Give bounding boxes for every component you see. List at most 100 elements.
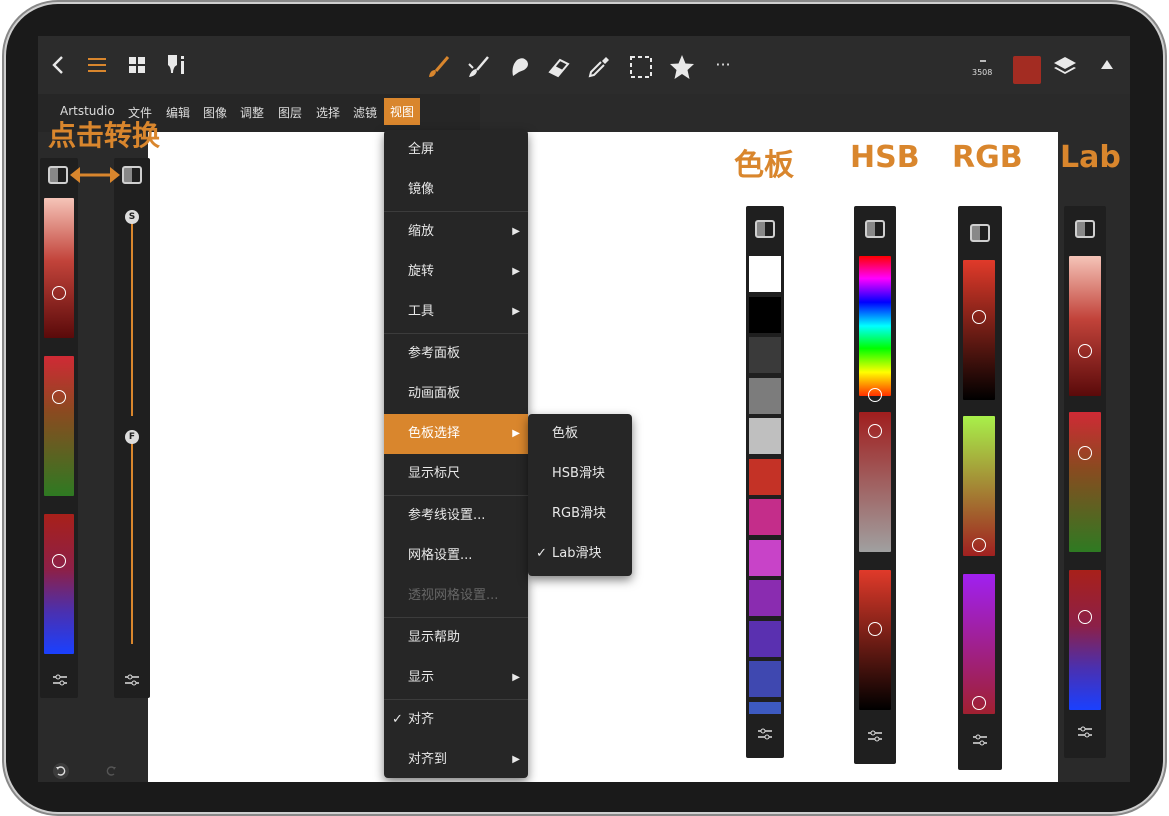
flow-track[interactable] [131,440,133,644]
menu-edit[interactable]: 编辑 [166,104,190,121]
collapse-toolbar-icon[interactable] [1098,56,1116,79]
color-swatch[interactable] [749,418,781,454]
blue-knob[interactable] [972,696,986,710]
menu-item-guides-settings[interactable]: 参考线设置... [384,496,528,536]
redo-icon[interactable] [102,762,120,782]
menu-item-show-rulers[interactable]: 显示标尺 [384,454,528,494]
lab-l-knob[interactable] [52,286,66,300]
menu-item-grid-settings[interactable]: 网格设置... [384,536,528,576]
size-handle[interactable]: S [125,210,139,224]
menu-filter[interactable]: 滤镜 [353,104,377,121]
menu-select[interactable]: 选择 [316,104,340,121]
brush-size-indicator[interactable]: 3508 [972,50,1002,80]
submenu-item-rgb-sliders[interactable]: RGB滑块 [528,494,632,534]
lab-b-knob[interactable] [52,554,66,568]
smudge-tool-icon[interactable] [466,54,492,85]
menu-item-snap[interactable]: ✓ 对齐 [384,700,528,740]
lab-l-slider[interactable] [44,198,74,338]
color-swatch[interactable] [749,620,781,657]
size-track[interactable] [131,220,133,416]
color-swatch[interactable] [749,539,781,576]
sliders-icon[interactable] [124,672,140,691]
menu-layer[interactable]: 图层 [278,104,302,121]
hue-knob[interactable] [868,388,882,402]
panel-toggle-icon[interactable] [1075,220,1095,238]
menu-item-snap-to[interactable]: 对齐到 ▶ [384,740,528,780]
green-knob[interactable] [972,538,986,552]
sliders-icon[interactable] [757,726,773,745]
eyedropper-tool-icon[interactable] [586,54,612,85]
menu-item-display[interactable]: 显示 ▶ [384,658,528,698]
menu-item-mirror[interactable]: 镜像 [384,170,528,210]
current-color-swatch[interactable] [1013,56,1041,84]
green-slider[interactable] [963,416,995,556]
color-swatch[interactable] [749,580,781,616]
brightness-slider[interactable] [859,570,891,710]
blend-tool-icon[interactable] [506,54,532,85]
grid-icon[interactable] [126,54,148,81]
undo-icon[interactable] [52,762,70,782]
color-swatch[interactable] [749,296,781,333]
brush-settings-icon[interactable] [164,52,190,83]
blue-slider[interactable] [963,574,995,714]
sliders-icon[interactable] [1077,724,1093,743]
brightness-knob[interactable] [868,622,882,636]
panel-toggle-icon[interactable] [970,224,990,242]
menu-item-reference-panel[interactable]: 参考面板 [384,334,528,374]
more-icon[interactable]: ··· [710,54,736,76]
lab-a-knob[interactable] [1078,446,1092,460]
submenu-item-hsb-sliders[interactable]: HSB滑块 [528,454,632,494]
menu-image[interactable]: 图像 [203,104,227,121]
color-swatch[interactable] [749,337,781,373]
brush-size-dot [980,60,986,62]
menu-view[interactable]: 视图 [384,98,421,125]
panel-toggle-icon[interactable] [122,166,142,184]
submenu-item-swatches[interactable]: 色板 [528,414,632,454]
sliders-icon[interactable] [972,732,988,751]
menu-item-tools[interactable]: 工具 ▶ [384,292,528,332]
lab-l-knob[interactable] [1078,344,1092,358]
color-swatch[interactable] [749,377,781,414]
panel-toggle-icon[interactable] [755,220,775,238]
lab-a-knob[interactable] [52,390,66,404]
chevron-left-icon[interactable] [48,54,68,81]
star-icon[interactable] [668,53,696,86]
submenu-arrow-icon: ▶ [512,306,520,317]
menu-item-fullscreen[interactable]: 全屏 [384,130,528,170]
saturation-slider[interactable] [859,412,891,552]
hamburger-icon[interactable] [86,54,108,81]
menu-adjust[interactable]: 调整 [240,104,264,121]
menu-item-zoom[interactable]: 缩放 ▶ [384,212,528,252]
lab-b-slider[interactable] [44,514,74,654]
lab-a-slider[interactable] [44,356,74,496]
brush-tool-icon[interactable] [426,54,452,85]
menu-item-animation-panel[interactable]: 动画面板 [384,374,528,414]
menu-item-rotate[interactable]: 旋转 ▶ [384,252,528,292]
red-slider[interactable] [963,260,995,400]
submenu-arrow-icon: ▶ [512,754,520,765]
panel-toggle-icon[interactable] [48,166,68,184]
menu-item-show-help[interactable]: 显示帮助 [384,618,528,658]
selection-tool-icon[interactable] [628,54,654,85]
sliders-icon[interactable] [52,672,68,691]
lab-a-slider[interactable] [1069,412,1101,552]
lab-b-knob[interactable] [1078,610,1092,624]
lab-l-slider[interactable] [1069,256,1101,396]
menu-item-palette-select[interactable]: 色板选择 ▶ [384,414,528,454]
saturation-knob[interactable] [868,424,882,438]
eraser-tool-icon[interactable] [546,54,572,85]
hue-slider[interactable] [859,256,891,402]
submenu-item-lab-sliders[interactable]: ✓ Lab滑块 [528,534,632,574]
layers-icon[interactable] [1052,54,1078,85]
color-swatch[interactable] [749,458,781,495]
color-swatch[interactable] [749,701,781,714]
color-swatch[interactable] [749,256,781,292]
color-swatch[interactable] [749,499,781,535]
lab-b-slider[interactable] [1069,570,1101,710]
color-swatch[interactable] [749,661,781,697]
submenu-arrow-icon: ▶ [512,226,520,237]
panel-toggle-icon[interactable] [865,220,885,238]
red-knob[interactable] [972,310,986,324]
sliders-icon[interactable] [867,728,883,747]
flow-handle[interactable]: F [125,430,139,444]
